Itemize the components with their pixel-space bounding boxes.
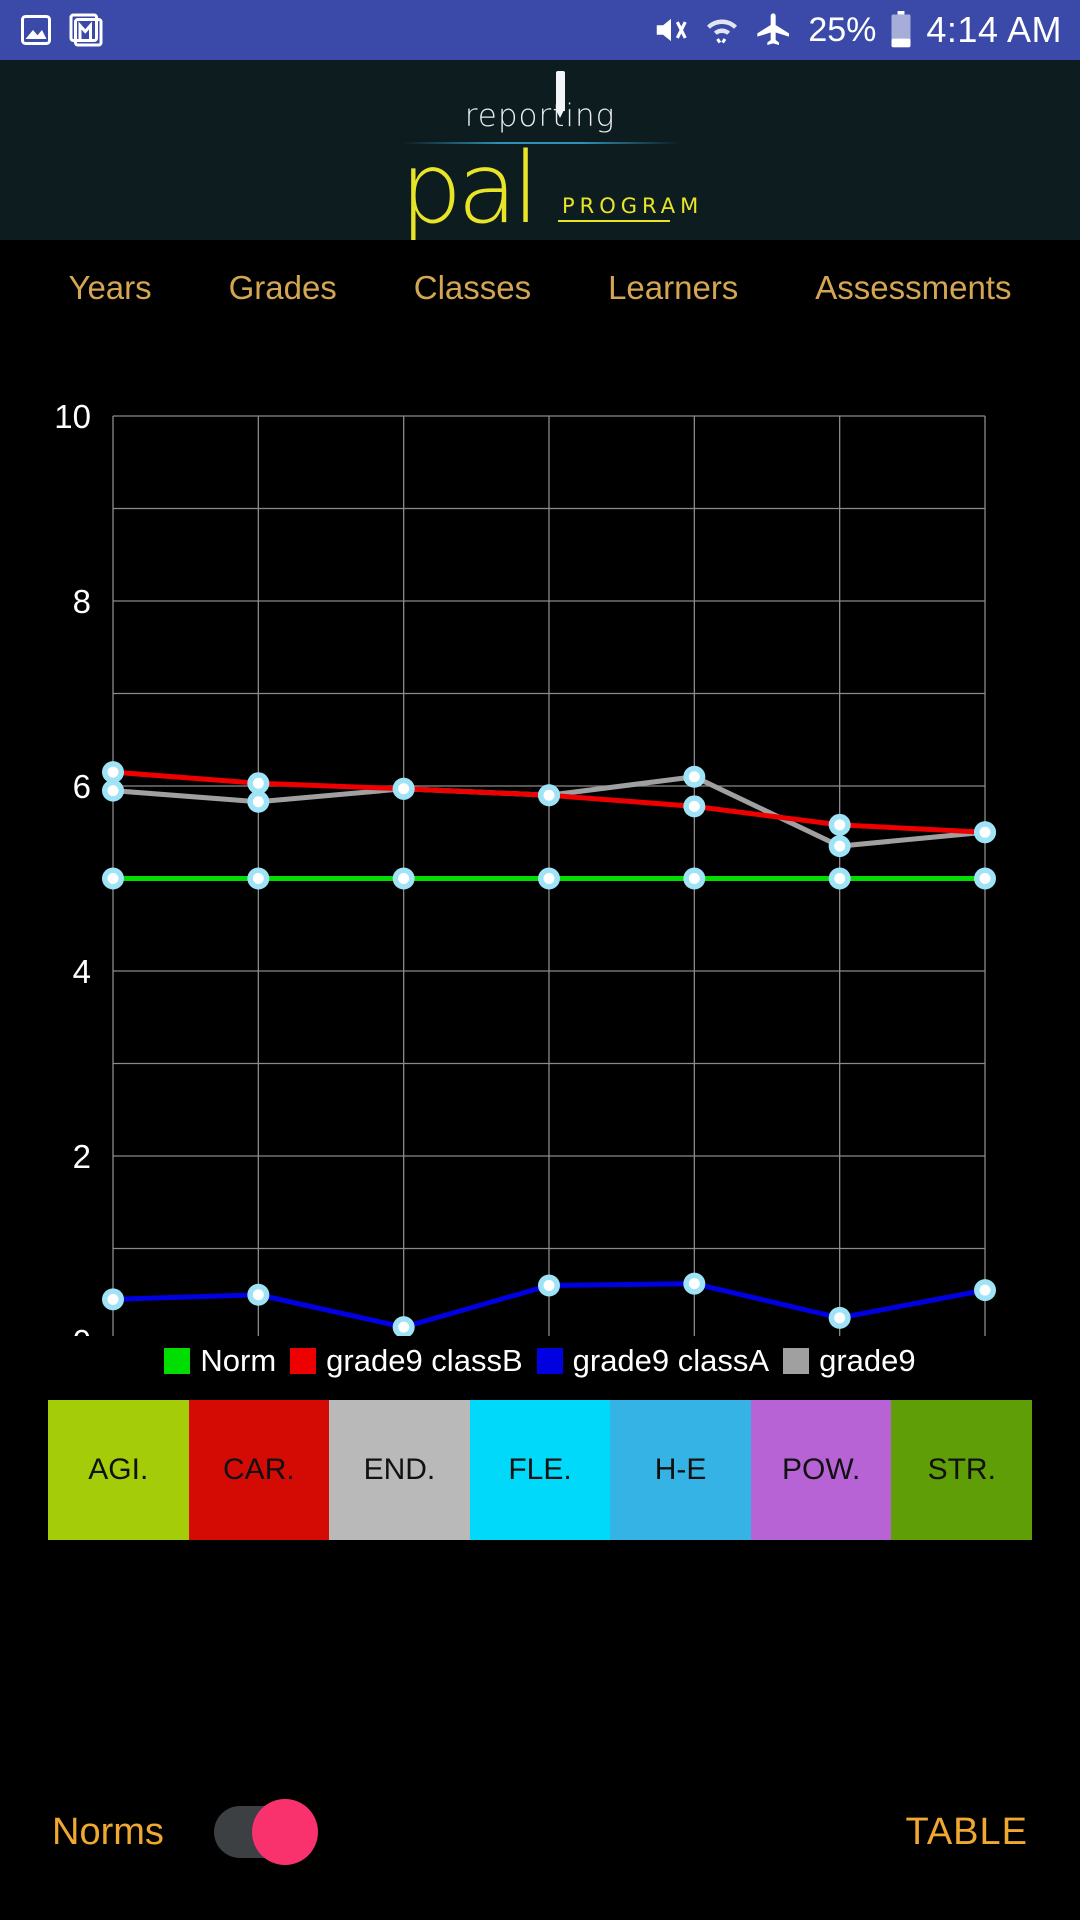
status-bar-right-icons: 25% 4:14 AM <box>652 9 1062 51</box>
category-cell-car[interactable]: CAR. <box>188 1400 330 1540</box>
chart-y-tick-label: 0 <box>73 1323 91 1336</box>
battery-icon <box>890 11 912 49</box>
chart-data-point-core <box>398 1321 410 1333</box>
legend-item[interactable]: Norm <box>164 1343 276 1379</box>
category-cell-agi[interactable]: AGI. <box>48 1400 189 1540</box>
main-navigation: Years Grades Classes Learners Assessment… <box>0 240 1080 336</box>
nav-item-years[interactable]: Years <box>68 269 151 307</box>
norms-toggle[interactable] <box>213 1799 318 1865</box>
chart-data-point-core <box>688 771 700 783</box>
chart-data-point-core <box>543 789 555 801</box>
chart-data-point-core <box>979 873 991 884</box>
airplane-mode-icon <box>754 10 794 50</box>
gmail-icon <box>68 12 104 48</box>
table-button[interactable]: TABLE <box>905 1811 1028 1854</box>
chart-canvas[interactable]: 0 2 4 6 8 10 <box>0 336 1080 1336</box>
chart-data-point-core <box>834 1312 846 1324</box>
chart-data-point-core <box>107 1293 119 1305</box>
chart-data-point-core <box>252 1289 264 1301</box>
chart-data-point-core <box>252 777 264 789</box>
wifi-icon <box>704 12 740 48</box>
chart-data-point-core <box>834 819 846 831</box>
category-cell-end[interactable]: END. <box>329 1400 470 1540</box>
chart-data-point-core <box>252 873 264 884</box>
chart-y-tick-label: 4 <box>73 953 91 990</box>
chart-data-point-core <box>688 873 700 884</box>
category-strip[interactable]: AGI. CAR. END. FLE. H-E POW. STR. <box>48 1400 1033 1540</box>
chart-y-tick-label: 2 <box>73 1138 91 1175</box>
chart-data-point-core <box>543 873 555 884</box>
bottom-control-bar: Norms TABLE <box>0 1792 1080 1872</box>
norms-label: Norms <box>52 1810 164 1853</box>
app-logo-header: reporting pal PROGRAM <box>0 60 1080 240</box>
logo-program-text: PROGRAM <box>562 194 704 218</box>
legend-label: Norm <box>200 1343 277 1378</box>
chart-y-tick-label: 6 <box>73 768 91 805</box>
chart-data-point-core <box>252 796 264 808</box>
line-chart[interactable]: 0 2 4 6 8 10 <box>0 336 1080 1336</box>
image-icon <box>18 12 54 48</box>
legend-label: grade9 <box>819 1343 916 1378</box>
nav-item-classes[interactable]: Classes <box>414 269 531 307</box>
chart-data-point-core <box>979 1284 991 1296</box>
legend-item[interactable]: grade9 classB <box>290 1343 523 1379</box>
clock-label: 4:14 AM <box>926 9 1062 50</box>
battery-percent-label: 25% <box>808 10 877 49</box>
category-cell-h-e[interactable]: H-E <box>610 1400 751 1540</box>
chart-data-point-core <box>834 873 846 884</box>
logo-reporting-text: reporting <box>464 98 616 134</box>
chart-data-point-core <box>398 783 410 795</box>
legend-swatch-icon <box>164 1348 191 1374</box>
mute-vibrate-off-icon <box>652 11 690 49</box>
chart-data-point-core <box>107 873 119 884</box>
category-cell-fle[interactable]: FLE. <box>469 1400 611 1540</box>
chart-data-point-core <box>688 800 700 812</box>
nav-item-assessments[interactable]: Assessments <box>815 269 1011 307</box>
chart-data-point-core <box>107 785 119 797</box>
nav-item-learners[interactable]: Learners <box>608 269 738 307</box>
logo-program-underline <box>558 220 670 222</box>
legend-swatch-icon <box>290 1348 317 1374</box>
legend-label: grade9 classA <box>572 1343 770 1378</box>
category-cell-str[interactable]: STR. <box>891 1400 1033 1540</box>
legend-item[interactable]: grade9 classA <box>536 1343 770 1379</box>
category-cell-pow[interactable]: POW. <box>750 1400 892 1540</box>
legend-item[interactable]: grade9 <box>783 1343 916 1379</box>
chart-y-tick-label: 8 <box>73 583 91 620</box>
chart-data-point-core <box>398 873 410 884</box>
pen-icon <box>556 71 565 118</box>
legend-swatch-icon <box>783 1348 810 1374</box>
chart-data-point-core <box>543 1280 555 1291</box>
nav-item-grades[interactable]: Grades <box>229 269 337 307</box>
logo-pal-text: pal <box>400 132 539 240</box>
status-bar: 25% 4:14 AM <box>0 0 1080 60</box>
chart-data-point-core <box>107 766 119 778</box>
norms-toggle-knob[interactable] <box>251 1799 318 1865</box>
chart-legend: Norm grade9 classB grade9 classA grade9 <box>0 1336 1080 1386</box>
app-logo: reporting pal PROGRAM <box>390 71 698 238</box>
chart-y-tick-label: 10 <box>54 398 91 435</box>
chart-data-point-core <box>688 1278 700 1290</box>
norms-control-group: Norms <box>52 1799 318 1865</box>
chart-data-point-core <box>979 826 991 838</box>
legend-label: grade9 classB <box>326 1343 523 1378</box>
legend-swatch-icon <box>536 1348 563 1374</box>
status-bar-left-icons <box>18 12 104 48</box>
chart-data-point-core <box>834 840 846 852</box>
